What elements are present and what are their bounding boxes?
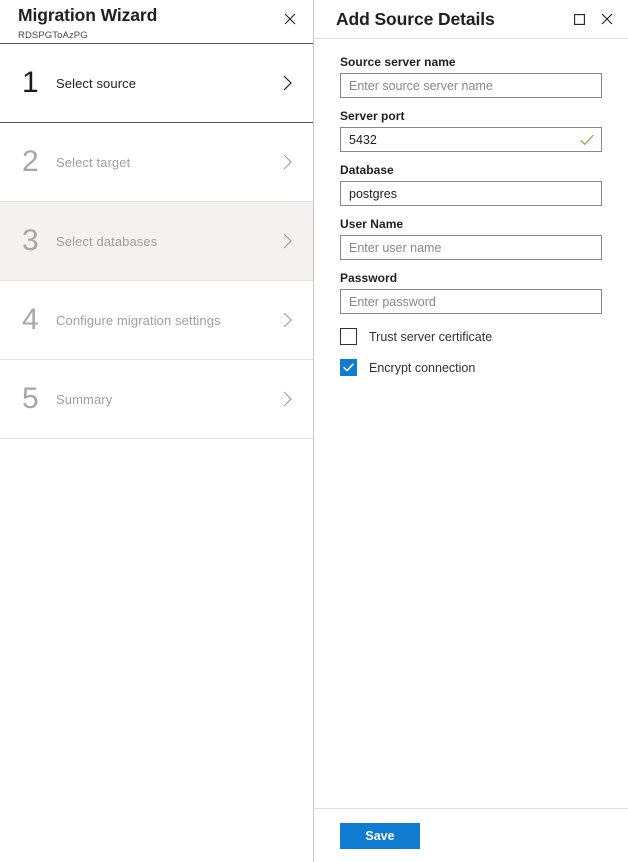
field-label: Server port <box>340 109 602 123</box>
input-placeholder: Enter source server name <box>349 79 493 93</box>
chevron-right-icon <box>277 391 297 407</box>
wizard-titlebar: Migration Wizard RDSPGToAzPG <box>0 0 313 44</box>
details-title: Add Source Details <box>336 9 495 30</box>
details-close-button[interactable] <box>594 6 620 32</box>
step-number: 1 <box>18 68 56 98</box>
field-label: Database <box>340 163 602 177</box>
step-label: Configure migration settings <box>56 313 277 328</box>
details-titlebar: Add Source Details <box>314 0 628 39</box>
wizard-step-3[interactable]: 3 Select databases <box>0 201 313 281</box>
migration-wizard-window: Migration Wizard RDSPGToAzPG 1 Select so… <box>0 0 628 862</box>
checkbox-label: Trust server certificate <box>369 330 492 344</box>
maximize-icon <box>574 14 585 25</box>
wizard-step-2[interactable]: 2 Select target <box>0 122 313 202</box>
step-label: Summary <box>56 392 277 407</box>
add-source-details-panel: Add Source Details <box>314 0 628 862</box>
encrypt-connection-row[interactable]: Encrypt connection <box>340 359 602 376</box>
server-port-input[interactable]: 5432 <box>340 127 602 152</box>
wizard-step-4[interactable]: 4 Configure migration settings <box>0 280 313 360</box>
step-label: Select databases <box>56 234 277 249</box>
step-number: 5 <box>18 384 56 414</box>
source-server-name-input[interactable]: Enter source server name <box>340 73 602 98</box>
step-number: 2 <box>18 147 56 177</box>
chevron-right-icon <box>277 75 297 91</box>
checkbox-unchecked-icon[interactable] <box>340 328 357 345</box>
wizard-panel: Migration Wizard RDSPGToAzPG 1 Select so… <box>0 0 314 862</box>
valid-check-icon <box>580 134 594 146</box>
close-icon <box>601 13 613 25</box>
field-user-name: User Name Enter user name <box>340 217 602 260</box>
checkbox-checked-icon[interactable] <box>340 359 357 376</box>
user-name-input[interactable]: Enter user name <box>340 235 602 260</box>
details-form: Source server name Enter source server n… <box>314 39 628 808</box>
chevron-right-icon <box>277 312 297 328</box>
field-label: User Name <box>340 217 602 231</box>
field-password: Password Enter password <box>340 271 602 314</box>
close-icon <box>284 13 296 25</box>
input-value: postgres <box>349 187 397 201</box>
wizard-title-group: Migration Wizard RDSPGToAzPG <box>18 6 157 40</box>
field-source-server-name: Source server name Enter source server n… <box>340 55 602 98</box>
field-label: Password <box>340 271 602 285</box>
wizard-step-1[interactable]: 1 Select source <box>0 43 313 123</box>
wizard-title: Migration Wizard <box>18 6 157 25</box>
trust-server-certificate-row[interactable]: Trust server certificate <box>340 328 602 345</box>
wizard-close-button[interactable] <box>277 6 303 32</box>
wizard-step-5[interactable]: 5 Summary <box>0 359 313 439</box>
checkbox-label: Encrypt connection <box>369 361 475 375</box>
input-placeholder: Enter user name <box>349 241 441 255</box>
window-controls <box>566 6 620 32</box>
chevron-right-icon <box>277 154 297 170</box>
input-placeholder: Enter password <box>349 295 436 309</box>
step-number: 4 <box>18 305 56 335</box>
wizard-subtitle: RDSPGToAzPG <box>18 31 157 41</box>
database-input[interactable]: postgres <box>340 181 602 206</box>
maximize-button[interactable] <box>566 6 592 32</box>
save-button[interactable]: Save <box>340 823 420 849</box>
step-number: 3 <box>18 226 56 256</box>
field-server-port: Server port 5432 <box>340 109 602 152</box>
field-database: Database postgres <box>340 163 602 206</box>
details-footer: Save <box>314 808 628 862</box>
wizard-steps: 1 Select source 2 Select target <box>0 44 313 439</box>
chevron-right-icon <box>277 233 297 249</box>
wizard-empty-area <box>0 439 313 862</box>
field-label: Source server name <box>340 55 602 69</box>
step-label: Select source <box>56 76 277 91</box>
password-input[interactable]: Enter password <box>340 289 602 314</box>
step-label: Select target <box>56 155 277 170</box>
input-value: 5432 <box>349 133 377 147</box>
